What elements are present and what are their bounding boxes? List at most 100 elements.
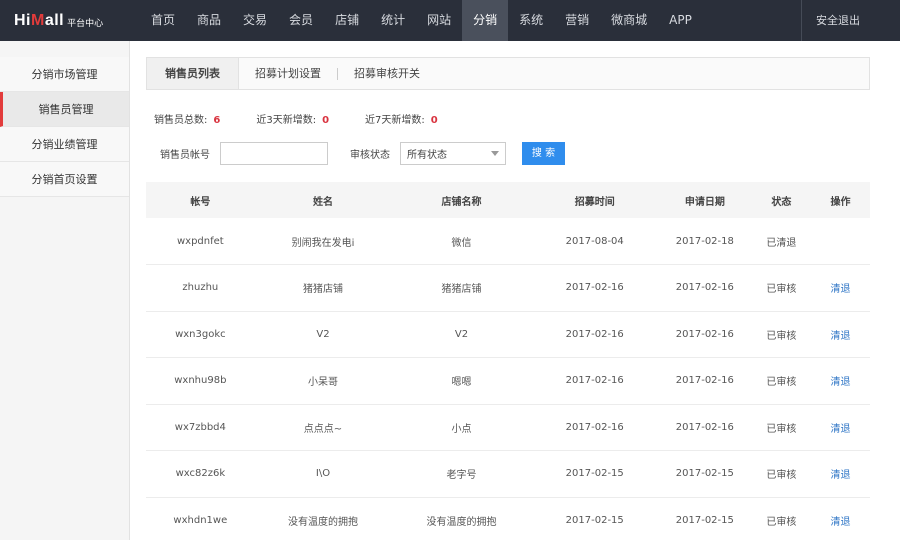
table-cell: 已清退 [766, 237, 797, 249]
nav-item[interactable]: 网站 [416, 0, 462, 41]
table-cell: 2017-02-15 [675, 514, 734, 526]
table-header-row: 帐号 姓名 店铺名称 招募时间 申请日期 状态 操作 [146, 182, 870, 218]
salesperson-table: 帐号 姓名 店铺名称 招募时间 申请日期 状态 操作 wxpdnfet 别闹我在发电i 微信 20… [146, 182, 870, 540]
stat-label: 销售员总数: [154, 115, 208, 126]
nav-item[interactable]: 会员 [278, 0, 324, 41]
logout-link[interactable]: 安全退出 [801, 0, 900, 41]
main-content: 销售员列表 招募计划设置 招募审核开关 销售员总数: 6 近3天新增数: 0 近7天新增数:… [130, 41, 900, 540]
sidebar: 分销市场管理 销售员管理 分销业绩管理 分销首页设置 [0, 41, 130, 540]
tab[interactable]: 招募审核开关 [338, 58, 436, 89]
table-cell: 没有温度的拥抱 [288, 516, 358, 528]
remove-link[interactable]: 清退 [811, 265, 870, 312]
filter-bar: 销售员帐号 审核状态 所有状态 搜 索 [154, 142, 565, 165]
table-cell: 嗯嗯 [451, 377, 472, 389]
table-cell: 2017-02-16 [565, 282, 624, 294]
stat-item: 近7天新增数: 0 [365, 111, 438, 126]
account-input[interactable] [220, 142, 328, 165]
brand-name: HiMall [14, 11, 65, 29]
table-cell: 微信 [451, 237, 472, 249]
stat-label: 近3天新增数: [256, 115, 317, 126]
column-header: 帐号 [190, 196, 211, 208]
nav-item[interactable]: 商品 [186, 0, 232, 41]
table-cell: 2017-02-15 [565, 468, 624, 480]
remove-link[interactable]: 清退 [811, 404, 870, 451]
stats-bar: 销售员总数: 6 近3天新增数: 0 近7天新增数: 0 [154, 111, 474, 126]
column-header: 申请日期 [684, 196, 725, 208]
table-cell: 2017-02-16 [565, 375, 624, 387]
tab-bar: 销售员列表 招募计划设置 招募审核开关 [146, 57, 870, 90]
table-cell: 老字号 [446, 470, 477, 482]
table-cell: V2 [454, 328, 469, 340]
table-cell: 点点点~ [303, 423, 343, 435]
table-row: wxpdnfet 别闹我在发电i 微信 2017-08-04 2017-02-18 已清退 [146, 218, 870, 265]
table-row: wxnhu98b 小呆哥 嗯嗯 2017-02-16 2017-02-16 已审核 清退 [146, 358, 870, 405]
top-navbar: HiMall 平台中心 首页 商品 交易 会员 店铺 统计 网站 分销 系统 营销 微商城 APP 安… [0, 0, 900, 41]
sidebar-item[interactable]: 分销业绩管理 [0, 127, 129, 162]
table-cell: 已审核 [766, 516, 797, 528]
table-cell: 已审核 [766, 377, 797, 389]
table-cell: 2017-02-16 [565, 328, 624, 340]
table-cell: 2017-02-16 [565, 421, 624, 433]
table-cell: 2017-02-18 [675, 235, 734, 247]
table-cell: zhuzhu [182, 282, 219, 294]
table-body: wxpdnfet 别闹我在发电i 微信 2017-08-04 2017-02-18 已清退… [146, 218, 870, 540]
table-cell: I\O [315, 468, 331, 480]
remove-link[interactable]: 清退 [811, 451, 870, 498]
remove-link[interactable]: 清退 [811, 497, 870, 540]
table-cell: 2017-02-15 [675, 468, 734, 480]
nav-item[interactable]: 营销 [554, 0, 600, 41]
table-cell: 小呆哥 [308, 377, 338, 389]
stat-value: 6 [213, 115, 221, 126]
table-cell: 猪猪店铺 [303, 284, 343, 296]
table-cell: 2017-02-16 [675, 375, 734, 387]
table-cell: wxpdnfet [176, 235, 224, 247]
table-row: zhuzhu 猪猪店铺 猪猪店铺 2017-02-16 2017-02-16 已审核 清退 [146, 265, 870, 312]
nav-item[interactable]: 店铺 [324, 0, 370, 41]
column-header: 招募时间 [574, 196, 615, 208]
table-row: wxc82z6k I\O 老字号 2017-02-15 2017-02-15 已审核 清退 [146, 451, 870, 498]
column-header: 姓名 [313, 196, 333, 208]
nav-item[interactable]: 首页 [140, 0, 186, 41]
sidebar-item[interactable]: 分销首页设置 [0, 162, 129, 197]
nav-item[interactable]: 分销 [462, 0, 509, 41]
remove-link[interactable]: 清退 [811, 311, 870, 358]
table-cell: 2017-08-04 [565, 235, 624, 247]
table-cell: wx7zbbd4 [174, 421, 226, 433]
table-cell: 别闹我在发电i [291, 237, 355, 249]
status-select[interactable]: 所有状态 [400, 142, 506, 165]
table-cell: 已审核 [766, 470, 797, 482]
sidebar-item[interactable]: 销售员管理 [0, 92, 129, 127]
remove-link[interactable]: 清退 [811, 358, 870, 405]
nav-item[interactable]: APP [658, 0, 703, 41]
nav-item[interactable]: 统计 [370, 0, 416, 41]
column-header: 状态 [771, 196, 792, 208]
search-button[interactable]: 搜 索 [522, 142, 565, 165]
table-cell: 2017-02-15 [565, 514, 624, 526]
stat-item: 销售员总数: 6 [154, 111, 220, 126]
sidebar-item[interactable]: 分销市场管理 [0, 57, 129, 92]
logo[interactable]: HiMall 平台中心 [0, 0, 140, 41]
table-row: wxn3gokc V2 V2 2017-02-16 2017-02-16 已审核 清退 [146, 311, 870, 358]
table-cell: wxnhu98b [174, 375, 227, 387]
stat-value: 0 [430, 115, 438, 126]
table-row: wx7zbbd4 点点点~ 小点 2017-02-16 2017-02-16 已审核 清退 [146, 404, 870, 451]
table-cell: 2017-02-16 [675, 282, 734, 294]
table-cell: 已审核 [766, 330, 797, 342]
tab[interactable]: 招募计划设置 [239, 58, 337, 89]
table-cell: wxc82z6k [175, 468, 226, 480]
stat-item: 近3天新增数: 0 [256, 111, 329, 126]
table-cell: 小点 [451, 423, 472, 435]
stat-label: 近7天新增数: [365, 115, 425, 126]
table-cell: 没有温度的拥抱 [426, 516, 497, 528]
table-cell: 猪猪店铺 [441, 284, 482, 296]
column-header: 操作 [830, 196, 851, 208]
tab[interactable]: 销售员列表 [147, 58, 239, 89]
table-cell: wxhdn1we [173, 514, 228, 526]
stat-value: 0 [322, 115, 330, 126]
table-row: wxhdn1we 没有温度的拥抱 没有温度的拥抱 2017-02-15 2017-02-… [146, 497, 870, 540]
nav-item[interactable]: 交易 [232, 0, 278, 41]
status-label: 审核状态 [350, 150, 390, 161]
table-cell: 已审核 [766, 423, 797, 435]
nav-item[interactable]: 系统 [508, 0, 554, 41]
nav-item[interactable]: 微商城 [600, 0, 658, 41]
